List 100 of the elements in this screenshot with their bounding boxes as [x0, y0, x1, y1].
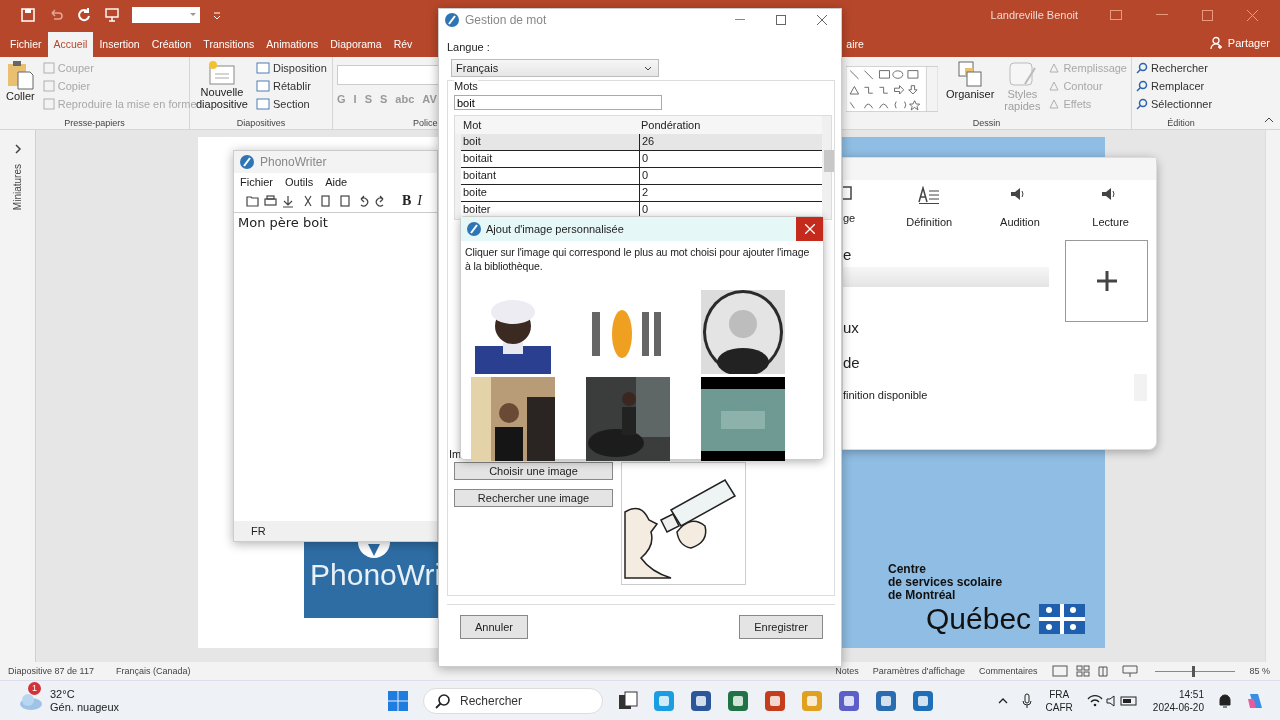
presentation-icon[interactable] — [104, 7, 120, 23]
column-header[interactable]: Pondération — [639, 119, 821, 131]
minimize-icon[interactable] — [735, 19, 745, 21]
table-cell-text: 0 — [641, 168, 650, 183]
microphone-icon[interactable] — [1021, 692, 1032, 709]
group-label: Presse-papiers — [63, 118, 126, 128]
ribbon-button[interactable]: Rétablir — [256, 78, 327, 93]
comments-button[interactable]: Commentaires — [978, 666, 1038, 676]
format-button[interactable]: I — [417, 193, 422, 209]
minimize-icon[interactable] — [1156, 14, 1168, 16]
zoom-level[interactable]: 85 % — [1249, 666, 1270, 676]
chevron-up-icon[interactable] — [997, 697, 1008, 704]
font-size-field[interactable] — [132, 7, 200, 23]
expand-icon[interactable] — [13, 144, 22, 154]
ribbon-tab[interactable]: Diaporama — [324, 32, 388, 57]
bell-icon[interactable] — [1218, 692, 1232, 709]
text-icon — [918, 186, 941, 204]
redo-icon[interactable] — [76, 7, 92, 23]
input-language[interactable]: FRA — [1049, 687, 1070, 701]
language-status[interactable]: Français (Canada) — [115, 666, 191, 676]
taskbar-app-icon[interactable] — [727, 689, 749, 712]
group-label: Dessin — [971, 118, 1002, 128]
close-icon[interactable] — [1247, 9, 1258, 21]
undo-icon[interactable] — [48, 7, 64, 23]
collapse-ribbon-icon[interactable] — [1264, 117, 1274, 123]
panel-tab[interactable]: Audition — [974, 180, 1066, 240]
close-button[interactable] — [796, 217, 823, 241]
menu-item[interactable]: Outils — [285, 176, 314, 188]
taskbar-app-icon[interactable] — [838, 689, 860, 712]
cancel-button[interactable]: Annuler — [460, 615, 528, 639]
ribbon-tab[interactable]: Accueil — [47, 32, 94, 57]
maximize-icon[interactable] — [776, 15, 786, 25]
taskbar-app-icon[interactable] — [653, 689, 675, 712]
organization-name: de Montréal — [888, 589, 957, 602]
add-image-button[interactable] — [1065, 240, 1148, 322]
table-cell: boit — [461, 134, 640, 150]
taskbar-search-field[interactable]: Rechercher — [423, 687, 603, 714]
table-row[interactable]: boitait 0 — [461, 151, 822, 168]
ribbon-tab[interactable]: Insertion — [93, 32, 146, 57]
font-name-field[interactable] — [337, 65, 439, 85]
image-button[interactable]: Choisir une image — [454, 462, 613, 480]
ribbon-button[interactable]: Disposition — [256, 60, 327, 75]
table-cell: boitait — [461, 151, 640, 167]
notes-button[interactable]: Notes — [835, 666, 859, 676]
flag-icon — [1039, 604, 1086, 634]
panel-tab[interactable]: ge — [843, 180, 884, 240]
ribbon-tab[interactable]: aire — [846, 32, 870, 57]
search-icon — [1136, 97, 1148, 110]
close-icon[interactable] — [817, 15, 827, 25]
image-button[interactable]: Rechercher une image — [454, 489, 613, 507]
taskbar-app-icon[interactable] — [912, 689, 934, 712]
save-button[interactable]: Enregistrer — [739, 615, 823, 639]
system-tray-icon[interactable] — [1086, 693, 1139, 708]
format-button[interactable]: B — [402, 193, 412, 209]
table-row[interactable]: boitant 0 — [461, 168, 822, 185]
group-label: Police — [413, 118, 438, 128]
section-heading: e — [843, 246, 853, 263]
panel-tab[interactable]: Lecture — [1065, 180, 1156, 240]
layout-icon — [256, 97, 270, 110]
ribbon-tab[interactable]: Transitions — [197, 32, 261, 57]
clock-date[interactable]: 2024-06-20 — [1152, 700, 1204, 714]
input-language[interactable]: CAFR — [1045, 700, 1073, 714]
panel-tab[interactable]: Définition — [883, 180, 975, 240]
ribbon-button[interactable]: Remplacer — [1136, 78, 1213, 93]
layout-icon — [256, 79, 270, 92]
task-view-icon[interactable] — [618, 690, 638, 711]
search-icon — [1136, 61, 1148, 74]
ribbon-display-icon[interactable] — [1110, 10, 1122, 20]
clipboard-icon — [6, 60, 35, 90]
menu-item[interactable]: Aide — [325, 176, 348, 188]
ribbon-button[interactable]: Sélectionner — [1136, 96, 1213, 111]
ribbon-tab[interactable]: Rév — [387, 32, 419, 57]
input-field[interactable] — [843, 267, 1049, 287]
maximize-icon[interactable] — [1202, 9, 1213, 21]
ribbon-tab[interactable]: Création — [145, 32, 198, 57]
ribbon-tab[interactable]: Fichier — [4, 32, 48, 57]
column-header[interactable]: Mot — [455, 119, 639, 131]
table-row[interactable]: boite 2 — [461, 185, 822, 202]
taskbar-app-icon[interactable] — [875, 689, 897, 712]
table-row[interactable]: boit 26 — [461, 134, 822, 151]
table-cell-text: 26 — [641, 134, 656, 149]
word-search-field[interactable]: boit — [454, 95, 662, 110]
ribbon-button[interactable]: Section — [256, 96, 327, 111]
logo-text: PhonoWri — [310, 558, 442, 592]
start-icon[interactable] — [388, 690, 408, 711]
language-dropdown[interactable]: Français — [451, 59, 659, 77]
display-settings-button[interactable]: Paramètres d'affichage — [872, 666, 965, 676]
clock-time[interactable]: 14:51 — [1178, 687, 1204, 701]
text-editor[interactable]: Mon père boit — [234, 213, 437, 521]
scrollbar[interactable] — [1265, 130, 1280, 662]
thumbnails-pane-label[interactable]: Miniatures — [12, 164, 23, 211]
taskbar-app-icon[interactable] — [690, 689, 712, 712]
paste-button[interactable]: Coller — [4, 60, 37, 118]
taskbar-app-icon[interactable] — [764, 689, 786, 712]
ribbon-button[interactable]: Rechercher — [1136, 60, 1213, 75]
share-button[interactable]: Partager — [1209, 30, 1270, 57]
save-icon[interactable] — [20, 7, 36, 23]
arrange-button[interactable]: Organiser — [944, 60, 997, 118]
ribbon-tab[interactable]: Animations — [260, 32, 325, 57]
menu-item[interactable]: Fichier — [240, 176, 273, 188]
